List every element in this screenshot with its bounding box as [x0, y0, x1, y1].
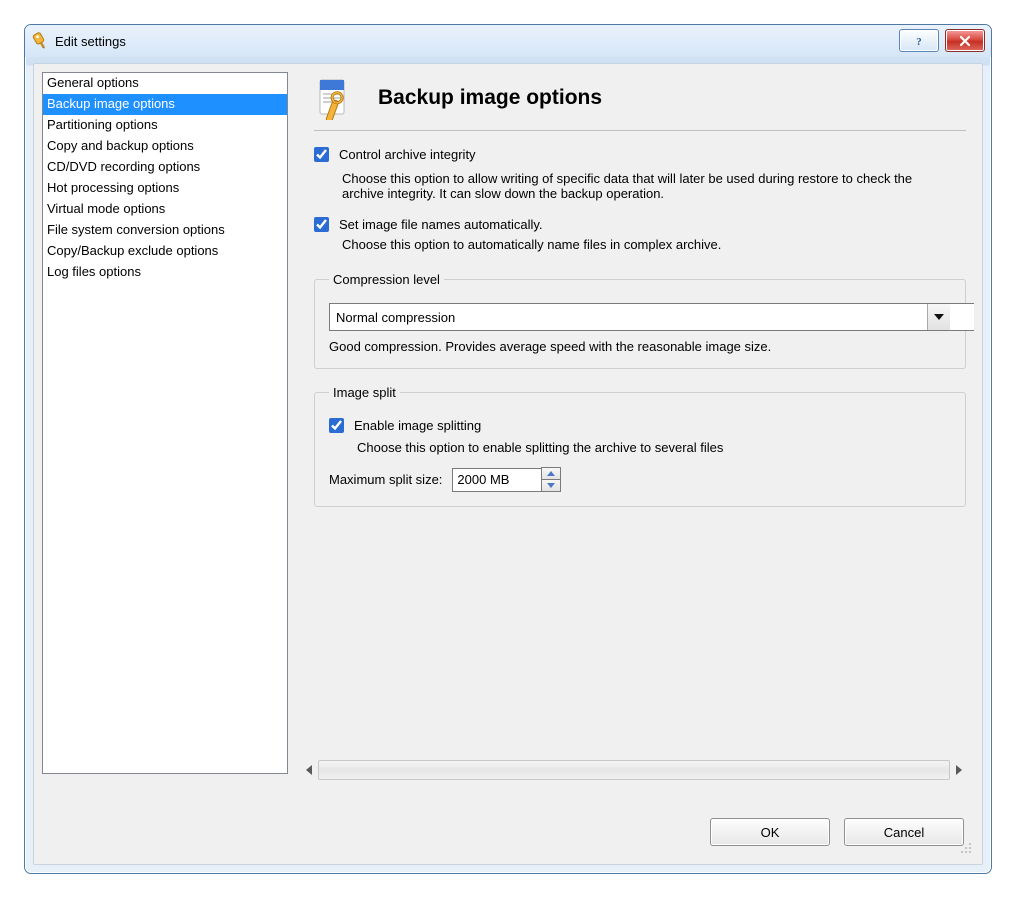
max-split-size-label: Maximum split size:: [329, 472, 442, 487]
sidebar-item-label: Backup image options: [47, 96, 175, 111]
svg-text:?: ?: [916, 36, 922, 48]
client-area: General options Backup image options Par…: [33, 63, 983, 865]
scroll-right-icon[interactable]: [950, 761, 966, 779]
titlebar[interactable]: Edit settings ?: [25, 25, 991, 57]
close-button[interactable]: [945, 29, 985, 52]
sidebar-item-label: File system conversion options: [47, 222, 225, 237]
spin-up-button[interactable]: [541, 467, 561, 480]
control-archive-integrity-checkbox[interactable]: [314, 147, 329, 162]
enable-image-splitting-description: Choose this option to enable splitting t…: [357, 440, 951, 455]
sidebar-item-cd-dvd-recording-options[interactable]: CD/DVD recording options: [43, 157, 287, 178]
compression-level-group: Compression level Normal compression Goo…: [314, 272, 966, 369]
set-image-file-names-description: Choose this option to automatically name…: [342, 237, 952, 252]
dialog-window: Edit settings ? General options Backup i…: [24, 24, 992, 874]
image-split-group: Image split Enable image splitting Choos…: [314, 385, 966, 507]
cancel-button[interactable]: Cancel: [844, 818, 964, 846]
sidebar-item-copy-and-backup-options[interactable]: Copy and backup options: [43, 136, 287, 157]
max-split-size-input[interactable]: [452, 468, 542, 492]
sidebar-item-general-options[interactable]: General options: [43, 73, 287, 94]
compression-level-legend: Compression level: [329, 272, 444, 287]
sidebar-item-label: Copy/Backup exclude options: [47, 243, 218, 258]
sidebar-item-label: Hot processing options: [47, 180, 179, 195]
help-button[interactable]: ?: [899, 29, 939, 52]
ok-button[interactable]: OK: [710, 818, 830, 846]
content-pane: Backup image options Control archive int…: [302, 72, 974, 784]
page-icon: [314, 76, 358, 120]
sidebar-item-label: General options: [47, 75, 139, 90]
set-image-file-names-checkbox[interactable]: [314, 217, 329, 232]
image-split-legend: Image split: [329, 385, 400, 400]
sidebar-item-label: Log files options: [47, 264, 141, 279]
scroll-left-icon[interactable]: [302, 761, 318, 779]
sidebar-item-label: Virtual mode options: [47, 201, 165, 216]
sidebar-item-virtual-mode-options[interactable]: Virtual mode options: [43, 199, 287, 220]
window-title: Edit settings: [55, 34, 126, 49]
sidebar-item-backup-image-options[interactable]: Backup image options: [43, 94, 287, 115]
cancel-button-label: Cancel: [884, 825, 924, 840]
app-icon: [31, 32, 49, 50]
compression-level-value: Normal compression: [336, 310, 455, 325]
control-archive-integrity-description: Choose this option to allow writing of s…: [342, 171, 952, 201]
category-list[interactable]: General options Backup image options Par…: [42, 72, 288, 774]
sidebar-item-label: CD/DVD recording options: [47, 159, 200, 174]
divider: [314, 130, 966, 131]
set-image-file-names-label: Set image file names automatically.: [339, 215, 543, 235]
compression-level-select[interactable]: Normal compression: [329, 303, 951, 331]
enable-image-splitting-label: Enable image splitting: [354, 416, 481, 436]
ok-button-label: OK: [761, 825, 780, 840]
sidebar-item-label: Partitioning options: [47, 117, 158, 132]
sidebar-item-log-files-options[interactable]: Log files options: [43, 262, 287, 283]
sidebar-item-hot-processing-options[interactable]: Hot processing options: [43, 178, 287, 199]
dropdown-arrow-icon[interactable]: [927, 304, 950, 330]
compression-level-hint: Good compression. Provides average speed…: [329, 339, 951, 354]
control-archive-integrity-label: Control archive integrity: [339, 145, 476, 165]
resize-grip-icon[interactable]: [958, 840, 972, 854]
sidebar-item-file-system-conversion-options[interactable]: File system conversion options: [43, 220, 287, 241]
sidebar-item-copy-backup-exclude-options[interactable]: Copy/Backup exclude options: [43, 241, 287, 262]
page-title: Backup image options: [378, 86, 602, 110]
sidebar-item-label: Copy and backup options: [47, 138, 194, 153]
horizontal-scrollbar[interactable]: [302, 760, 966, 780]
sidebar-item-partitioning-options[interactable]: Partitioning options: [43, 115, 287, 136]
scroll-track[interactable]: [318, 760, 950, 780]
spin-down-button[interactable]: [541, 480, 561, 492]
enable-image-splitting-checkbox[interactable]: [329, 418, 344, 433]
